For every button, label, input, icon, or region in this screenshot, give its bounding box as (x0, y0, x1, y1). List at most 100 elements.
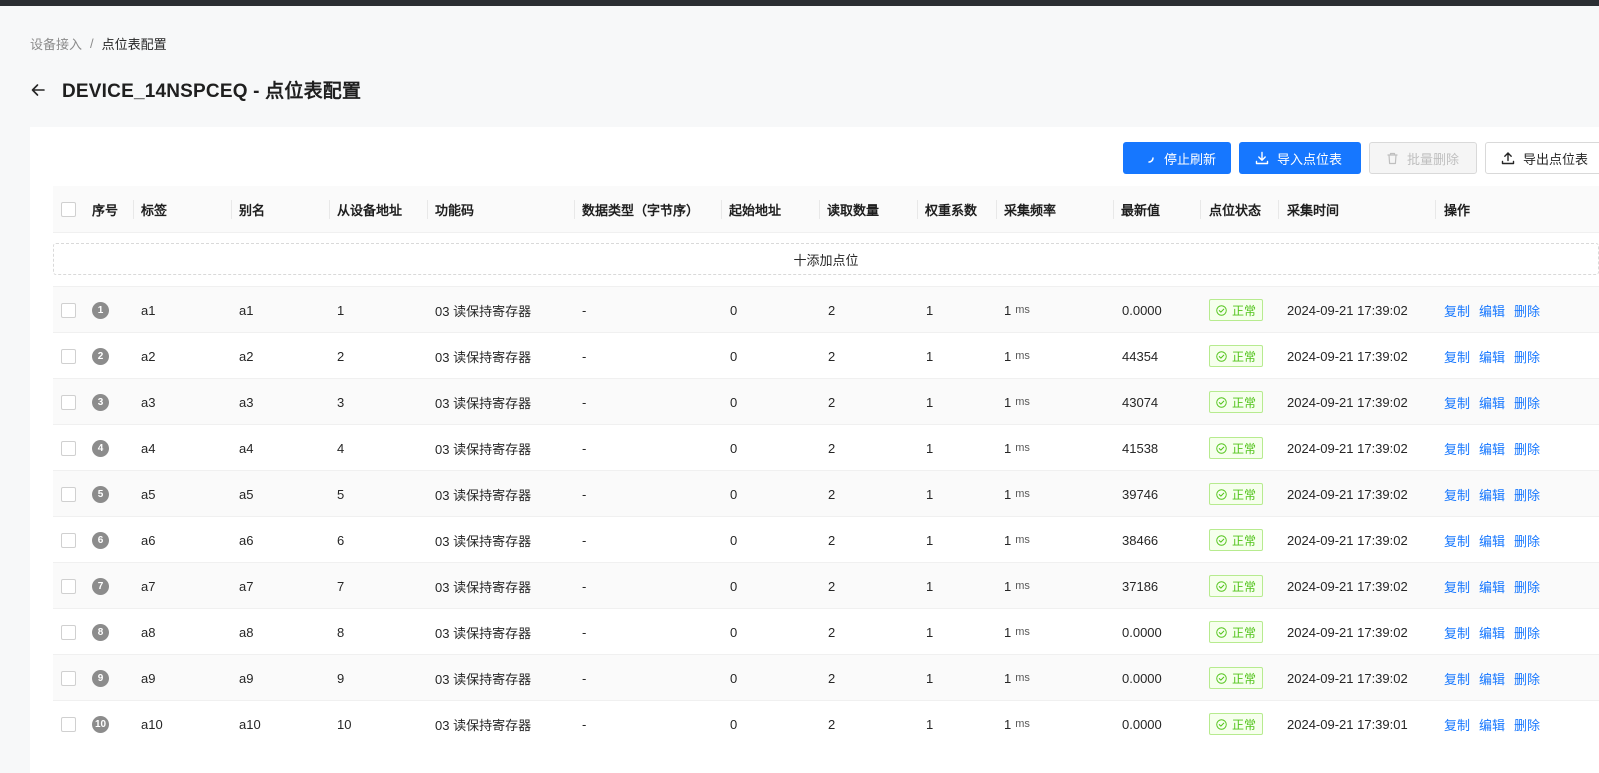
frequency-unit: ms (1015, 396, 1030, 408)
copy-link[interactable]: 复制 (1444, 669, 1470, 688)
edit-link[interactable]: 编辑 (1479, 623, 1505, 642)
row-checkbox[interactable] (61, 486, 76, 502)
delete-link[interactable]: 删除 (1514, 347, 1540, 366)
edit-link[interactable]: 编辑 (1479, 485, 1505, 504)
status-label: 正常 (1232, 625, 1257, 640)
cell-tag: a8 (141, 624, 156, 640)
title-row: DEVICE_14NSPCEQ - 点位表配置 (28, 76, 361, 103)
select-all-checkbox[interactable] (61, 202, 76, 217)
status-label: 正常 (1232, 441, 1257, 456)
cell-collect-time: 2024-09-21 17:39:02 (1287, 394, 1408, 410)
copy-link[interactable]: 复制 (1444, 439, 1470, 458)
header-index: 序号 (92, 203, 119, 218)
copy-link[interactable]: 复制 (1444, 715, 1470, 734)
row-checkbox[interactable] (61, 578, 76, 594)
cell-weight: 1 (926, 302, 934, 318)
points-table: 序号 标签 别名 从设备地址 功能码 数据类型（字节序） 起始地址 读取数量 权… (53, 186, 1599, 746)
header-collect-time: 采集时间 (1287, 203, 1340, 218)
cell-data-type: - (582, 440, 587, 456)
header-divider (1435, 200, 1436, 219)
row-checkbox[interactable] (61, 716, 76, 732)
cell-alias: a3 (239, 394, 254, 410)
cell-slave-address: 7 (337, 578, 345, 594)
cell-weight: 1 (926, 394, 934, 410)
header-frequency: 采集频率 (1004, 203, 1057, 218)
header-divider (819, 200, 820, 219)
edit-link[interactable]: 编辑 (1479, 393, 1505, 412)
edit-link[interactable]: 编辑 (1479, 439, 1505, 458)
delete-link[interactable]: 删除 (1514, 715, 1540, 734)
cell-select (61, 425, 76, 471)
status-label: 正常 (1232, 303, 1257, 318)
row-checkbox[interactable] (61, 302, 76, 318)
delete-link[interactable]: 删除 (1514, 439, 1540, 458)
batch-delete-button[interactable]: 批量删除 (1369, 142, 1477, 174)
index-badge: 7 (92, 577, 109, 595)
copy-link[interactable]: 复制 (1444, 623, 1470, 642)
copy-link[interactable]: 复制 (1444, 531, 1470, 550)
delete-link[interactable]: 删除 (1514, 623, 1540, 642)
row-checkbox[interactable] (61, 670, 76, 686)
cell-slave-address: 3 (337, 394, 345, 410)
copy-link[interactable]: 复制 (1444, 577, 1470, 596)
cell-alias: a10 (239, 716, 261, 732)
edit-link[interactable]: 编辑 (1479, 347, 1505, 366)
cell-select (61, 287, 76, 333)
delete-link[interactable]: 删除 (1514, 485, 1540, 504)
cell-frequency: 1 ms (1004, 287, 1030, 333)
row-checkbox[interactable] (61, 348, 76, 364)
table-row: 5 a5 a5 5 03 读保持寄存器 - 0 2 1 39746 2024-09-21 17:39… (53, 470, 1599, 516)
delete-link[interactable]: 删除 (1514, 393, 1540, 412)
cell-read-count: 2 (828, 716, 836, 732)
cell-start-address: 0 (730, 670, 738, 686)
status-badge: 正常 (1209, 345, 1264, 367)
cell-start-address: 0 (730, 302, 738, 318)
edit-link[interactable]: 编辑 (1479, 715, 1505, 734)
back-arrow-icon[interactable] (28, 80, 48, 100)
row-checkbox[interactable] (61, 440, 76, 456)
stop-refresh-button[interactable]: 停止刷新 (1123, 142, 1231, 174)
cell-index: 1 (92, 287, 109, 333)
cell-read-count: 2 (828, 624, 836, 640)
edit-link[interactable]: 编辑 (1479, 669, 1505, 688)
row-checkbox[interactable] (61, 394, 76, 410)
header-divider (1200, 200, 1201, 219)
header-divider (996, 200, 997, 219)
cell-latest-value: 41538 (1122, 440, 1159, 456)
row-checkbox[interactable] (61, 624, 76, 640)
delete-link[interactable]: 删除 (1514, 301, 1540, 320)
delete-link[interactable]: 删除 (1514, 531, 1540, 550)
cell-start-address: 0 (730, 716, 738, 732)
export-points-button[interactable]: 导出点位表 (1485, 142, 1599, 174)
cell-select (61, 517, 76, 563)
copy-link[interactable]: 复制 (1444, 301, 1470, 320)
edit-link[interactable]: 编辑 (1479, 531, 1505, 550)
status-badge: 正常 (1209, 299, 1264, 321)
cell-status: 正常 (1209, 655, 1264, 701)
cell-slave-address: 9 (337, 670, 345, 686)
cell-tag: a10 (141, 716, 163, 732)
trash-icon (1385, 151, 1399, 165)
breadcrumb-parent[interactable]: 设备接入 (30, 34, 82, 53)
edit-link[interactable]: 编辑 (1479, 577, 1505, 596)
copy-link[interactable]: 复制 (1444, 485, 1470, 504)
cell-collect-time: 2024-09-21 17:39:02 (1287, 440, 1408, 456)
frequency-unit: ms (1015, 718, 1030, 730)
cell-frequency: 1 ms (1004, 333, 1030, 379)
copy-link[interactable]: 复制 (1444, 393, 1470, 412)
table-row: 4 a4 a4 4 03 读保持寄存器 - 0 2 1 41538 2024-09-21 17:39… (53, 424, 1599, 470)
cell-tag: a4 (141, 440, 156, 456)
cell-index: 2 (92, 333, 109, 379)
row-checkbox[interactable] (61, 532, 76, 548)
import-points-button[interactable]: 导入点位表 (1239, 142, 1361, 174)
cell-tag: a3 (141, 394, 156, 410)
cell-operations: 复制 编辑 删除 (1444, 563, 1549, 609)
cell-operations: 复制 编辑 删除 (1444, 609, 1549, 655)
cell-operations: 复制 编辑 删除 (1444, 701, 1549, 747)
cell-collect-time: 2024-09-21 17:39:02 (1287, 578, 1408, 594)
copy-link[interactable]: 复制 (1444, 347, 1470, 366)
delete-link[interactable]: 删除 (1514, 669, 1540, 688)
edit-link[interactable]: 编辑 (1479, 301, 1505, 320)
delete-link[interactable]: 删除 (1514, 577, 1540, 596)
add-point-button[interactable]: 十添加点位 (53, 243, 1599, 275)
